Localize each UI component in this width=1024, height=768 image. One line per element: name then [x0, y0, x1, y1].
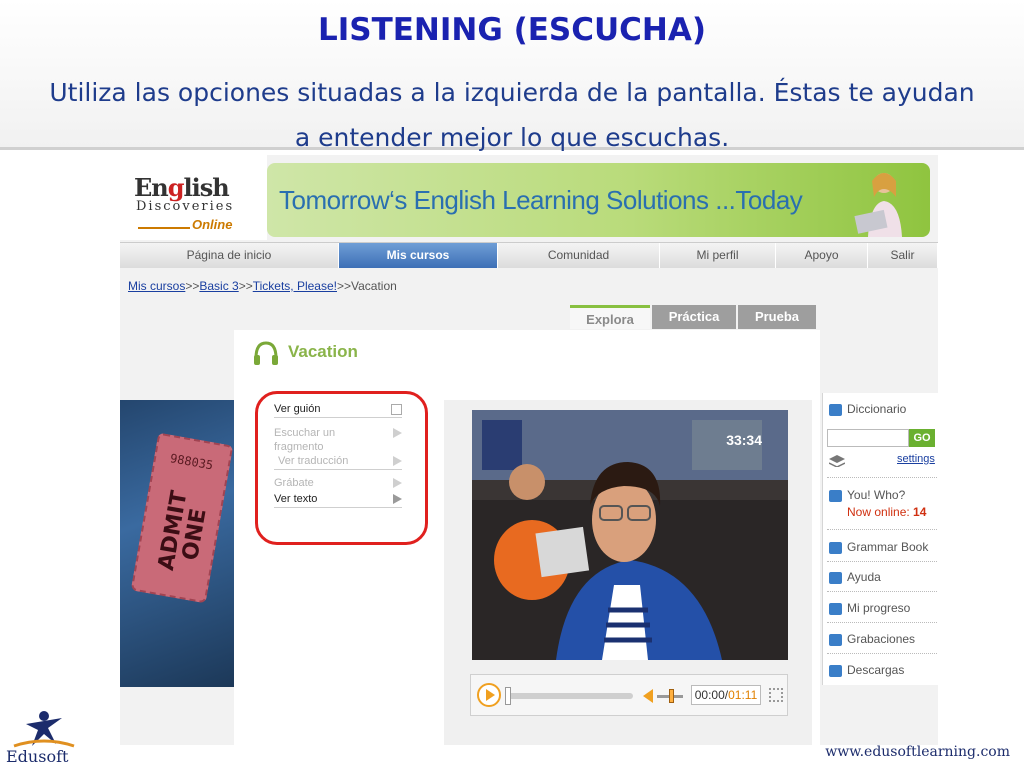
breadcrumb-link-mis-cursos[interactable]: Mis cursos	[128, 279, 185, 293]
fullscreen-icon[interactable]	[769, 688, 783, 702]
tab-practica[interactable]: Práctica	[652, 305, 736, 329]
nav-item-salir[interactable]: Salir	[868, 243, 938, 268]
woman-laptop-icon	[854, 173, 902, 237]
sidebar-item-grabaciones[interactable]: Grabaciones	[829, 629, 915, 649]
video-controls: 00:00/01:11	[470, 674, 788, 716]
dictionary-search-input[interactable]	[827, 429, 909, 447]
slide-subtitle: Utiliza las opciones situadas a la izqui…	[49, 78, 975, 152]
nav-item-comunidad[interactable]: Comunidad	[498, 243, 660, 268]
grammar-book-icon	[829, 542, 842, 554]
sidebar-item-you-who[interactable]: You! Who?	[829, 485, 905, 505]
tab-explora[interactable]: Explora	[570, 305, 650, 329]
chat-icon	[829, 490, 842, 502]
progress-icon	[829, 603, 842, 615]
help-icon	[829, 572, 842, 584]
sidebar-item-descargas[interactable]: Descargas	[829, 660, 904, 680]
ticket-photo: 988035 ADMIT ONE	[120, 400, 234, 687]
nav-item-apoyo[interactable]: Apoyo	[776, 243, 868, 268]
play-button[interactable]	[477, 683, 501, 707]
lesson-panel: Vacation Ver guión Escuchar un fragmento…	[234, 330, 820, 745]
seek-thumb[interactable]	[505, 687, 511, 705]
recordings-icon	[829, 634, 842, 646]
video-timestamp: 33:34	[726, 432, 762, 448]
admit-one-ticket: 988035 ADMIT ONE	[130, 432, 234, 604]
sidebar-item-grammar-book[interactable]: Grammar Book	[829, 537, 928, 557]
tab-prueba[interactable]: Prueba	[738, 305, 816, 329]
sidebar-item-ayuda[interactable]: Ayuda	[829, 567, 881, 587]
headphones-icon	[254, 341, 278, 365]
dictionary-icon	[829, 404, 842, 416]
breadcrumb-link-basic-3[interactable]: Basic 3	[199, 279, 238, 293]
video-player[interactable]: 33:34	[472, 410, 788, 660]
slide-title: LISTENING (ESCUCHA)	[317, 12, 707, 48]
main-nav: Página de inicio Mis cursos Comunidad Mi…	[120, 242, 938, 268]
nav-item-mi-perfil[interactable]: Mi perfil	[660, 243, 776, 268]
volume-icon[interactable]	[643, 689, 653, 703]
activity-tabs: Explora Práctica Prueba	[570, 305, 818, 329]
lesson-title: Vacation	[288, 342, 358, 361]
volume-thumb[interactable]	[669, 689, 674, 703]
header-banner: Tomorrow‘s English Learning Solutions ..…	[267, 163, 930, 237]
edusoft-brand: Edusoft	[6, 747, 69, 766]
english-discoveries-logo[interactable]: English Discoveries Online	[120, 155, 267, 240]
breadcrumb: Mis cursos>>Basic 3>>Tickets, Please!>>V…	[128, 279, 397, 293]
app-screenshot: English Discoveries Online Tomorrow‘s En…	[120, 155, 938, 745]
seek-bar[interactable]	[505, 693, 633, 699]
sidebar-item-diccionario[interactable]: Diccionario	[829, 399, 906, 419]
stack-icon	[829, 455, 845, 467]
sidebar-item-mi-progreso[interactable]: Mi progreso	[829, 598, 910, 618]
breadcrumb-link-tickets[interactable]: Tickets, Please!	[253, 279, 337, 293]
breadcrumb-current: Vacation	[351, 279, 397, 293]
tools-highlight-circle	[255, 391, 428, 545]
settings-link[interactable]: settings	[897, 453, 935, 465]
nav-item-mis-cursos[interactable]: Mis cursos	[339, 243, 498, 268]
banner-slogan: Tomorrow‘s English Learning Solutions ..…	[279, 185, 803, 215]
time-display: 00:00/01:11	[691, 685, 761, 705]
downloads-icon	[829, 665, 842, 677]
slide-header: LISTENING (ESCUCHA) Utiliza las opciones…	[0, 0, 1024, 152]
dictionary-go-button[interactable]: GO	[909, 429, 935, 447]
tools-sidebar: Diccionario GO settings You! Who? Now on…	[822, 393, 938, 685]
website-url: www.edusoftlearning.com	[825, 744, 1010, 760]
online-count: Now online: 14	[847, 505, 927, 519]
nav-item-inicio[interactable]: Página de inicio	[120, 243, 339, 268]
